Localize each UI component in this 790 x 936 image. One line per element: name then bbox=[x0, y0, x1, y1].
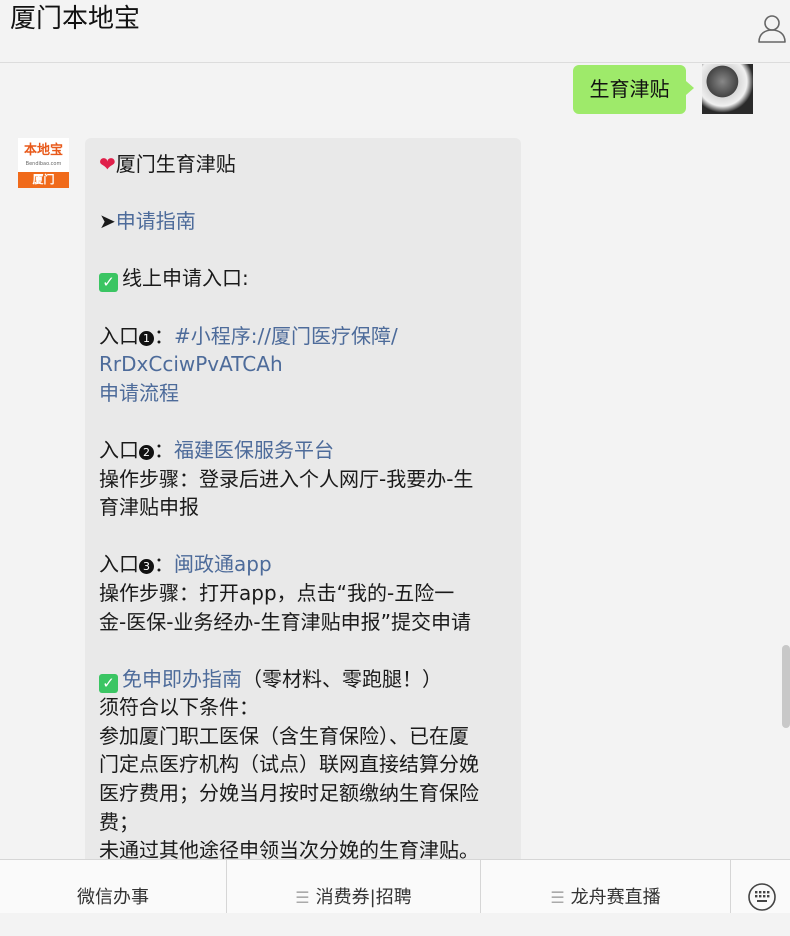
exempt-link[interactable]: 免申即办指南 bbox=[122, 667, 242, 691]
message-title: 厦门生育津贴 bbox=[115, 152, 236, 176]
entry3-steps-line2: 金-医保-业务经办-生育津贴申报”提交申请 bbox=[99, 609, 472, 634]
avatar-city: 厦门 bbox=[18, 172, 69, 188]
entry2-line: 入口 2 ：福建医保服务平台 bbox=[99, 436, 507, 465]
entry3-link[interactable]: 闽政通app bbox=[174, 552, 272, 576]
menu-item-label: 消费券|招聘 bbox=[315, 887, 412, 908]
condition-line4: 费； bbox=[99, 809, 139, 834]
guide-link[interactable]: 申请指南 bbox=[116, 209, 196, 233]
circled-number-icon: 1 bbox=[139, 330, 154, 346]
user-avatar[interactable] bbox=[702, 64, 753, 114]
exempt-note: （零材料、零跑腿！） bbox=[242, 666, 442, 691]
condition-line1: 参加厦门职工医保（含生育保险）、已在厦 bbox=[99, 723, 469, 748]
entry1-link-part3[interactable]: 申请流程 bbox=[99, 379, 507, 408]
entry1-line: 入口 1 ：#小程序://厦门医疗保障/ bbox=[99, 322, 507, 351]
entry3-line: 入口 3 ：闽政通app bbox=[99, 550, 507, 579]
entry3-sep: ： bbox=[154, 552, 174, 577]
keyboard-icon[interactable] bbox=[731, 860, 790, 913]
entry1-link-part1[interactable]: #小程序://厦门医疗保障/ bbox=[174, 324, 398, 348]
entry2-steps-line1: 操作步骤：登录后进入个人网厅-我要办-生 bbox=[99, 466, 474, 491]
entry2-steps-line2: 育津贴申报 bbox=[99, 495, 199, 520]
hamburger-icon: ☰ bbox=[550, 888, 565, 907]
heart-icon: ❤ bbox=[99, 152, 116, 176]
entry3-label: 入口 bbox=[99, 552, 139, 577]
menu-item-wechat-service[interactable]: 微信办事 bbox=[0, 860, 226, 913]
entry2-link[interactable]: 福建医保服务平台 bbox=[174, 438, 334, 462]
user-message-bubble: 生育津贴 bbox=[573, 65, 694, 114]
check-icon: ✓ bbox=[99, 273, 118, 293]
menu-item-dragon-boat-live[interactable]: ☰ 龙舟赛直播 bbox=[481, 860, 730, 913]
avatar-brand: 本地宝 bbox=[23, 143, 63, 158]
chat-header: 厦门本地宝 bbox=[0, 0, 790, 63]
entry2-label: 入口 bbox=[99, 437, 139, 462]
bot-message-bubble: ❤厦门生育津贴 ➤申请指南 ✓ 线上申请入口: 入口 1 ：#小程序://厦门医疗保障… bbox=[85, 138, 521, 878]
menu-item-label: 微信办事 bbox=[77, 887, 149, 908]
message-title-line: ❤厦门生育津贴 bbox=[99, 150, 507, 179]
menu-item-label: 龙舟赛直播 bbox=[570, 887, 661, 908]
avatar-domain: Bendibao.com bbox=[25, 161, 62, 167]
circled-number-icon: 3 bbox=[139, 559, 154, 575]
entry1-sep: ： bbox=[154, 323, 174, 348]
scrollbar-thumb[interactable] bbox=[782, 645, 790, 728]
condition-line2: 门定点医疗机构（试点）联网直接结算分娩 bbox=[99, 752, 479, 777]
online-entry-heading: 线上申请入口: bbox=[122, 266, 249, 291]
entry2-sep: ： bbox=[154, 437, 174, 462]
menu-item-coupons-jobs[interactable]: ☰ 消费券|招聘 bbox=[227, 860, 480, 913]
entry1-label: 入口 bbox=[99, 323, 139, 348]
circled-number-icon: 2 bbox=[139, 444, 154, 460]
user-message-text: 生育津贴 bbox=[589, 77, 670, 101]
chat-title: 厦门本地宝 bbox=[10, 4, 141, 34]
arrow-icon: ➤ bbox=[99, 209, 116, 234]
bottom-menu: 微信办事 ☰ 消费券|招聘 ☰ 龙舟赛直播 bbox=[0, 859, 790, 913]
online-entry-heading-line: ✓ 线上申请入口: bbox=[99, 264, 507, 293]
conditions-heading: 须符合以下条件： bbox=[99, 695, 259, 720]
guide-line: ➤申请指南 bbox=[99, 207, 507, 236]
exempt-line: ✓ 免申即办指南（零材料、零跑腿！） bbox=[99, 665, 507, 694]
check-icon: ✓ bbox=[99, 673, 118, 693]
condition-line3: 医疗费用；分娩当月按时足额缴纳生育保险 bbox=[99, 781, 479, 806]
bot-avatar[interactable]: 本地宝 Bendibao.com 厦门 bbox=[18, 138, 69, 188]
hamburger-icon: ☰ bbox=[295, 888, 310, 907]
entry1-link-part2[interactable]: RrDxCciwPvATCAh bbox=[99, 350, 507, 379]
person-icon[interactable] bbox=[754, 12, 790, 46]
entry3-steps-line1: 操作步骤：打开app，点击“我的-五险一 bbox=[99, 580, 455, 605]
